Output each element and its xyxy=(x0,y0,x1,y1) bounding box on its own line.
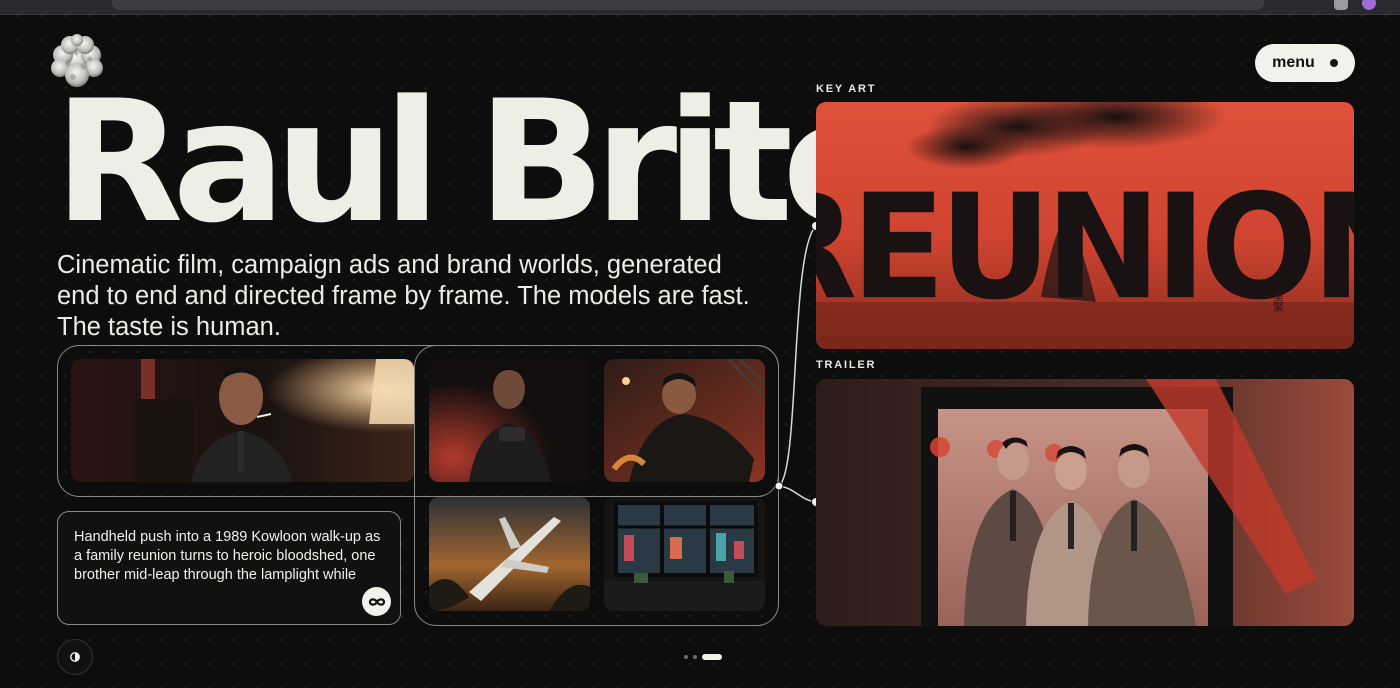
trailer-label: TRAILER xyxy=(816,359,877,371)
key-art-label: KEY ART xyxy=(816,83,877,95)
portfolio-page: Raul Brito Cinematic film, campaign ads … xyxy=(0,0,1400,688)
trailer-video[interactable] xyxy=(816,379,1354,626)
key-art-poster[interactable]: REUNION 重聚 xyxy=(816,102,1354,349)
poster-glyph: 重聚 xyxy=(1272,289,1285,313)
